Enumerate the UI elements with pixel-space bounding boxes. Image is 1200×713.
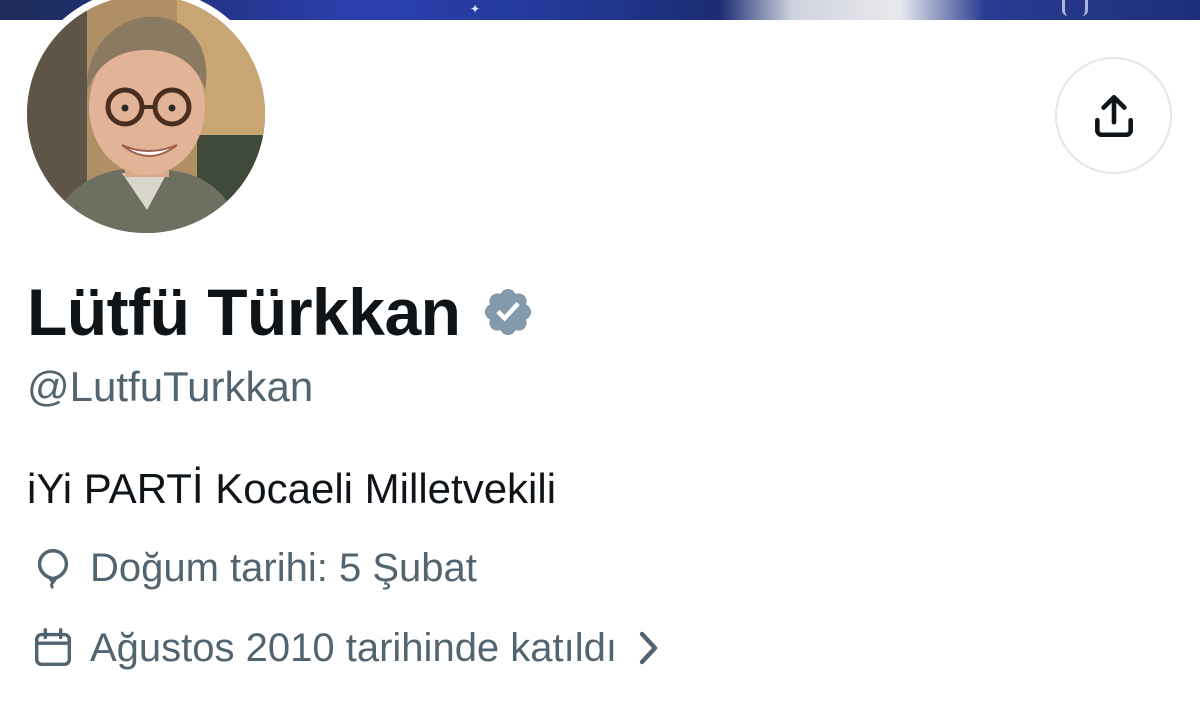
- chevron-right-icon[interactable]: [633, 628, 663, 668]
- share-upload-icon: [1094, 94, 1133, 137]
- name-row: Lütfü Türkkan: [27, 272, 535, 352]
- joined-row[interactable]: Ağustos 2010 tarihinde katıldı: [30, 625, 663, 671]
- display-name: Lütfü Türkkan: [27, 275, 461, 349]
- avatar-portrait: [27, 0, 265, 233]
- balloon-icon: [37, 549, 69, 590]
- calendar-icon: [34, 628, 72, 667]
- verified-badge-icon[interactable]: [481, 285, 535, 339]
- share-button[interactable]: [1055, 57, 1172, 174]
- birthday-row: Doğum tarihi: 5 Şubat: [30, 545, 477, 591]
- avatar[interactable]: [27, 0, 265, 233]
- profile-handle: @LutfuTurkkan: [27, 363, 314, 410]
- joined-text: Ağustos 2010 tarihinde katıldı: [90, 626, 618, 670]
- banner-sparkle-icon: ✦: [470, 2, 481, 16]
- profile-bio: iYi PARTİ Kocaeli Milletvekili: [27, 465, 557, 512]
- profile-page: ✦ Lütfü Türkkan @LutfuTurkkan iYi PARTİ …: [0, 0, 1200, 713]
- birthday-text: Doğum tarihi: 5 Şubat: [90, 546, 477, 590]
- banner-emblem: [1062, 0, 1088, 16]
